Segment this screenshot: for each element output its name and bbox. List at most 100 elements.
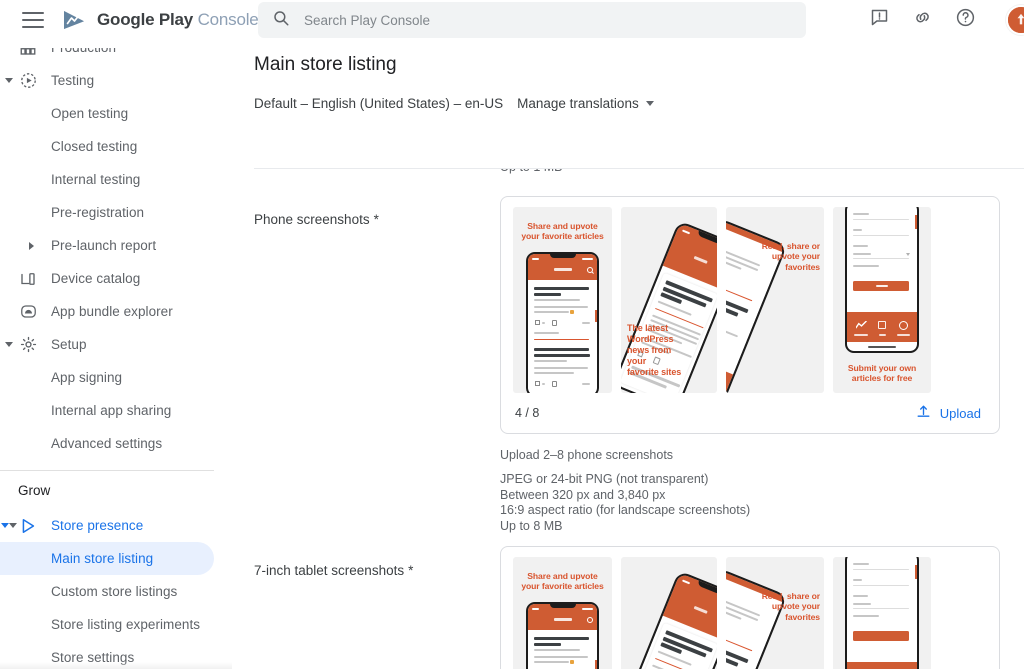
search-bar[interactable] <box>258 2 806 38</box>
field-label-text: Phone screenshots <box>254 212 370 227</box>
sidebar-bottom-fade <box>0 662 232 669</box>
sidebar-item-store-presence[interactable]: Store presence <box>0 509 232 542</box>
sidebar-item-label: Store listing experiments <box>51 617 201 632</box>
account-avatar[interactable] <box>1006 5 1024 35</box>
chevron-down-icon[interactable] <box>2 74 16 88</box>
caption-line: The latest <box>627 323 669 333</box>
phone-mock-feed <box>526 602 599 669</box>
page-title: Main store listing <box>254 54 397 75</box>
sidebar-item-label: Pre-registration <box>51 205 145 220</box>
upload-button[interactable]: Upload <box>915 403 985 423</box>
sidebar-item-label: Advanced settings <box>51 436 163 451</box>
feedback-icon[interactable] <box>869 7 890 33</box>
chevron-down-icon[interactable] <box>2 338 16 352</box>
sidebar-item-device-catalog[interactable]: Device catalog <box>0 262 232 295</box>
sidebar-item-custom-store-listings[interactable]: Custom store listings <box>0 575 232 608</box>
search-icon <box>272 9 290 32</box>
main-content: Main store listing Default – English (Un… <box>232 40 1024 669</box>
thumbnail-4-caption: Submit your own articles for free <box>833 363 931 384</box>
phone-specs: JPEG or 24-bit PNG (not transparent) Bet… <box>500 472 750 534</box>
sidebar-item-testing[interactable]: Testing <box>0 64 232 97</box>
spec-line: Between 320 px and 3,840 px <box>500 487 666 502</box>
phone-screenshots-box: Share and upvote your favorite articles <box>500 196 1000 434</box>
screenshot-thumbnail-2[interactable]: The latest WordPress news from your favo… <box>621 207 717 393</box>
search-input[interactable] <box>304 12 792 28</box>
sidebar-item-label: App bundle explorer <box>51 304 173 319</box>
tablet-screenshots-box: Share and upvote your favorite articles <box>500 546 1000 669</box>
caption-line: Share and upvote <box>527 221 598 231</box>
sidebar-nav[interactable]: Production Testing Open testing Closed t… <box>0 40 232 669</box>
phone-screenshots-label: Phone screenshots * <box>254 212 379 227</box>
caption-line: favorites <box>785 261 820 272</box>
hamburger-menu-icon[interactable] <box>22 12 44 28</box>
store-presence-icon <box>18 516 38 536</box>
sidebar-item-pre-launch-report[interactable]: Pre-launch report <box>0 229 232 262</box>
sidebar-item-label: Custom store listings <box>51 584 178 599</box>
required-asterisk: * <box>408 563 414 578</box>
caption-line: upvote your <box>771 601 820 612</box>
page-header: Main store listing Default – English (Un… <box>232 40 1024 123</box>
manage-translations-label: Manage translations <box>517 96 639 111</box>
tablet-screenshot-thumbnail-3[interactable]: Read, share or upvote your favorites <box>726 557 824 669</box>
link-icon[interactable] <box>912 7 933 33</box>
locale-label: Default – English (United States) – en-U… <box>254 96 504 111</box>
caption-line: Submit your own <box>847 363 917 373</box>
brand[interactable]: Google Play Console <box>62 9 259 31</box>
sidebar-item-internal-app-sharing[interactable]: Internal app sharing <box>0 394 232 427</box>
phone-thumbnail-list: Share and upvote your favorite articles <box>513 207 987 393</box>
phone-mock-feed <box>526 252 599 393</box>
caption-line: news from your <box>627 344 672 366</box>
caption-line: articles for free <box>851 373 913 384</box>
sidebar-item-label: Internal app sharing <box>51 403 172 418</box>
screenshot-thumbnail-3[interactable]: Read, share or upvote your favorites <box>726 207 824 393</box>
tablet-thumbnail-list: Share and upvote your favorite articles <box>513 557 987 669</box>
phone-mock-article-tilted <box>621 570 717 669</box>
sidebar-item-closed-testing[interactable]: Closed testing <box>0 130 232 163</box>
sidebar-item-advanced-settings[interactable]: Advanced settings <box>0 427 232 460</box>
google-play-logo-icon <box>62 9 88 31</box>
sidebar-item-pre-registration[interactable]: Pre-registration <box>0 196 232 229</box>
topbar-actions <box>869 0 1024 40</box>
tablet-screenshot-thumbnail-2[interactable]: The latest WordPress news from your favo… <box>621 557 717 669</box>
sidebar-item-label: App signing <box>51 370 123 385</box>
help-icon[interactable] <box>955 7 976 33</box>
sidebar-item-app-signing[interactable]: App signing <box>0 361 232 394</box>
upload-icon <box>915 403 932 423</box>
caption-line: Share and upvote <box>527 571 598 581</box>
caption-line: your favorite articles <box>521 231 604 242</box>
chevron-down-icon <box>645 101 654 106</box>
brand-text: Google Play Console <box>97 10 259 30</box>
screenshot-count: 4 / 8 <box>515 406 540 420</box>
tablet-screenshot-thumbnail-1[interactable]: Share and upvote your favorite articles <box>513 557 612 669</box>
sidebar-item-main-store-listing[interactable]: Main store listing <box>0 542 214 575</box>
manage-translations-button[interactable]: Manage translations <box>517 96 654 111</box>
sidebar-item-setup[interactable]: Setup <box>0 328 232 361</box>
thumbnail-1-caption: Share and upvote your favorite articles <box>513 221 612 242</box>
screenshot-thumbnail-1[interactable]: Share and upvote your favorite articles <box>513 207 612 393</box>
chevron-right-icon[interactable] <box>24 239 38 253</box>
tablet-screenshot-thumbnail-4[interactable]: Submit your own articles for free <box>833 557 931 669</box>
chevron-down-icon[interactable] <box>1 519 16 533</box>
spec-line: JPEG or 24-bit PNG (not transparent) <box>500 472 709 486</box>
caption-line: Read, share or <box>761 591 820 601</box>
device-catalog-icon <box>18 269 38 289</box>
sidebar-section-grow: Grow <box>18 482 51 498</box>
header-divider <box>254 168 1024 169</box>
sidebar-item-app-bundle-explorer[interactable]: App bundle explorer <box>0 295 232 328</box>
form-scroll-area[interactable]: Up to 1 MB Phone screenshots* Share and … <box>232 168 1024 669</box>
sidebar-item-store-listing-experiments[interactable]: Store listing experiments <box>0 608 232 641</box>
caption-line: WordPress <box>627 333 674 344</box>
caption-line: favorites <box>785 611 820 622</box>
phone-mock-form <box>845 557 919 669</box>
sidebar-item-internal-testing[interactable]: Internal testing <box>0 163 232 196</box>
upload-label: Upload <box>939 405 981 421</box>
sidebar-top-mask <box>0 40 232 48</box>
caption-line: Read, share or <box>761 241 820 251</box>
tablet-thumbnail-3-caption: Read, share or upvote your favorites <box>748 591 820 622</box>
thumbnail-2-caption: The latest WordPress news from your favo… <box>627 323 689 378</box>
caption-line: your favorite articles <box>521 581 604 592</box>
screenshot-thumbnail-4[interactable]: Submit your own articles for free <box>833 207 931 393</box>
sidebar-item-label: Open testing <box>51 106 129 121</box>
brand-bold: Google Play <box>97 10 194 29</box>
sidebar-item-open-testing[interactable]: Open testing <box>0 97 232 130</box>
